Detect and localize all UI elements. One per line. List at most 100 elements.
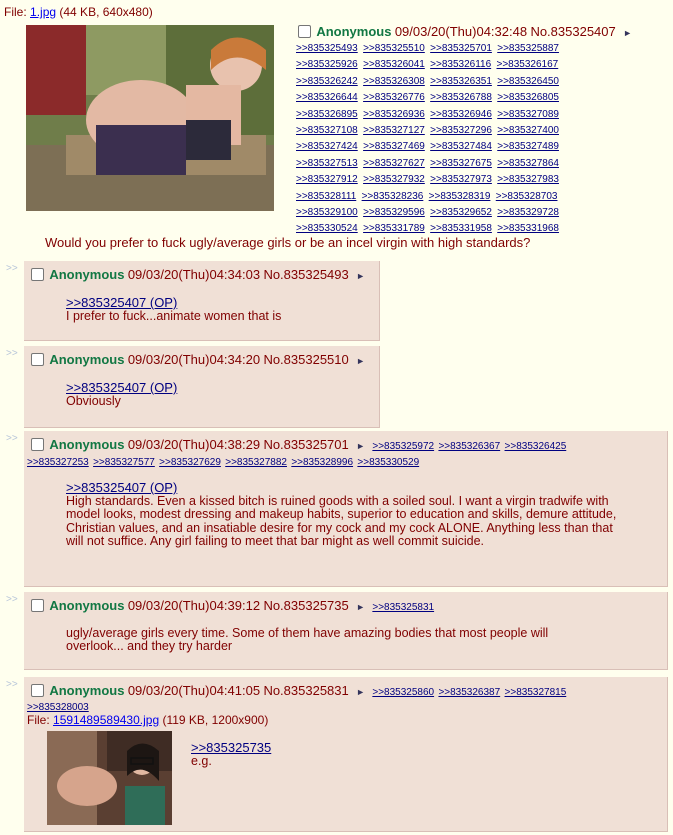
backlink[interactable]: >>835329728 xyxy=(497,207,559,218)
backlink[interactable]: >>835326946 xyxy=(430,109,492,120)
backlink[interactable]: >>835326167 xyxy=(497,59,559,70)
reply-quote-link[interactable]: >>835325407 (OP) xyxy=(66,481,626,494)
backlink[interactable]: >>835326351 xyxy=(430,76,492,87)
backlink[interactable]: >>835327253 xyxy=(27,457,89,468)
backlink[interactable]: >>835327912 xyxy=(296,174,358,185)
backlink[interactable]: >>835326367 xyxy=(438,441,500,452)
backlink[interactable]: >>835326242 xyxy=(296,76,358,87)
reply-select-checkbox[interactable] xyxy=(31,438,44,451)
backlink[interactable]: >>835327089 xyxy=(497,109,559,120)
backlink[interactable]: >>835326805 xyxy=(497,92,559,103)
backlink[interactable]: >>835329596 xyxy=(363,207,425,218)
backlink[interactable]: >>835330529 xyxy=(357,457,419,468)
backlink[interactable]: >>835329652 xyxy=(430,207,492,218)
reply-backlinks: >>835325860 >>835326387 >>835327815 xyxy=(372,684,567,698)
reply-post-number[interactable]: No.835325493 xyxy=(263,267,348,282)
backlink[interactable]: >>835326644 xyxy=(296,92,358,103)
backlink[interactable]: >>835326308 xyxy=(363,76,425,87)
reply-menu-arrow-icon[interactable]: ► xyxy=(356,271,365,281)
reply-quote-link[interactable]: >>835325407 (OP) xyxy=(66,296,281,309)
op-poster-name: Anonymous xyxy=(316,24,392,39)
backlink[interactable]: >>835328319 xyxy=(429,191,491,202)
op-select-checkbox[interactable] xyxy=(298,25,311,38)
backlink[interactable]: >>835325510 xyxy=(363,43,425,54)
backlink[interactable]: >>835326895 xyxy=(296,109,358,120)
backlink[interactable]: >>835327484 xyxy=(430,141,492,152)
backlink[interactable]: >>835325926 xyxy=(296,59,358,70)
backlink[interactable]: >>835327108 xyxy=(296,125,358,136)
reply-header: Anonymous 09/03/20(Thu)04:34:03 No.83532… xyxy=(31,267,369,282)
op-post-number[interactable]: No.835325407 xyxy=(530,24,615,39)
backlink[interactable]: >>835331789 xyxy=(363,223,425,234)
backlink[interactable]: >>835325831 xyxy=(372,602,434,613)
reply-post-number[interactable]: No.835325510 xyxy=(263,352,348,367)
reply-post-number[interactable]: No.835325831 xyxy=(263,683,348,698)
reply-body: >>835325407 (OP) I prefer to fuck...anim… xyxy=(66,296,281,323)
backlink[interactable]: >>835326116 xyxy=(430,59,491,70)
backlink[interactable]: >>835326776 xyxy=(363,92,425,103)
backlink[interactable]: >>835327882 xyxy=(225,457,287,468)
backlink[interactable]: >>835330524 xyxy=(296,223,358,234)
backlink[interactable]: >>835331958 xyxy=(430,223,492,234)
backlink[interactable]: >>835327489 xyxy=(497,141,559,152)
backlink[interactable]: >>835325701 xyxy=(430,43,492,54)
reply-menu-arrow-icon[interactable]: ► xyxy=(356,356,365,366)
backlink[interactable]: >>835326387 xyxy=(438,687,500,698)
backlink[interactable]: >>835327815 xyxy=(505,687,567,698)
reply-post-number[interactable]: No.835325701 xyxy=(263,437,348,452)
op-thumbnail-image[interactable] xyxy=(26,25,274,211)
backlink[interactable]: >>835327629 xyxy=(159,457,221,468)
reply-datetime: 09/03/20(Thu)04:34:20 xyxy=(127,352,261,367)
backlink[interactable]: >>835327127 xyxy=(363,125,425,136)
backlink[interactable]: >>835326936 xyxy=(363,109,425,120)
backlink[interactable]: >>835328236 xyxy=(362,191,424,202)
backlink[interactable]: >>835328003 xyxy=(27,702,89,713)
backlink[interactable]: >>835327400 xyxy=(497,125,559,136)
backlink[interactable]: >>835326788 xyxy=(430,92,492,103)
reply-post-number[interactable]: No.835325735 xyxy=(263,598,348,613)
backlink[interactable]: >>835327577 xyxy=(93,457,155,468)
reply-file-link[interactable]: 1591489589430.jpg xyxy=(53,713,159,727)
reply-select-checkbox[interactable] xyxy=(31,268,44,281)
backlink[interactable]: >>835325972 xyxy=(372,441,434,452)
backlink[interactable]: >>835327973 xyxy=(430,174,492,185)
reply-menu-arrow-icon[interactable]: ► xyxy=(356,602,365,612)
backlink[interactable]: >>835328703 xyxy=(496,191,558,202)
reply-menu-arrow-icon[interactable]: ► xyxy=(356,441,365,451)
backlink[interactable]: >>835326425 xyxy=(505,441,567,452)
reply-quote-link[interactable]: >>835325407 (OP) xyxy=(66,381,177,394)
reply-thumbnail-image[interactable] xyxy=(47,731,172,825)
reply-text: ugly/average girls every time. Some of t… xyxy=(66,626,549,654)
reply-menu-arrow-icon[interactable]: ► xyxy=(356,687,365,697)
backlink[interactable]: >>835328996 xyxy=(291,457,353,468)
backlink[interactable]: >>835327675 xyxy=(430,158,492,169)
op-menu-arrow-icon[interactable]: ► xyxy=(623,28,632,38)
backlink[interactable]: >>835327864 xyxy=(497,158,559,169)
backlink[interactable]: >>835327627 xyxy=(363,158,425,169)
reply-body: >>835325407 (OP) High standards. Even a … xyxy=(66,481,626,548)
backlink[interactable]: >>835327296 xyxy=(430,125,492,136)
reply-select-checkbox[interactable] xyxy=(31,599,44,612)
backlink[interactable]: >>835325493 xyxy=(296,43,358,54)
backlink[interactable]: >>835326041 xyxy=(363,59,425,70)
backlink[interactable]: >>835327932 xyxy=(363,174,425,185)
backlink[interactable]: >>835325860 xyxy=(372,687,434,698)
backlink[interactable]: >>835331968 xyxy=(497,223,559,234)
reply-datetime: 09/03/20(Thu)04:39:12 xyxy=(127,598,261,613)
backlink[interactable]: >>835327513 xyxy=(296,158,358,169)
backlink[interactable]: >>835328111 xyxy=(296,191,356,202)
reply-quote-link[interactable]: >>835325735 xyxy=(191,741,271,754)
backlink[interactable]: >>835327983 xyxy=(497,174,559,185)
backlink[interactable]: >>835329100 xyxy=(296,207,358,218)
backlink[interactable]: >>835325887 xyxy=(497,43,559,54)
reply-post: Anonymous 09/03/20(Thu)04:34:20 No.83532… xyxy=(24,346,380,428)
reply-post: Anonymous 09/03/20(Thu)04:41:05 No.83532… xyxy=(24,677,668,832)
reply-post: Anonymous 09/03/20(Thu)04:34:03 No.83532… xyxy=(24,261,380,341)
backlink[interactable]: >>835327424 xyxy=(296,141,358,152)
reply-select-checkbox[interactable] xyxy=(31,353,44,366)
op-file-link[interactable]: 1.jpg xyxy=(30,5,56,19)
op-datetime: 09/03/20(Thu)04:32:48 xyxy=(394,24,528,39)
reply-select-checkbox[interactable] xyxy=(31,684,44,697)
backlink[interactable]: >>835326450 xyxy=(497,76,559,87)
backlink[interactable]: >>835327469 xyxy=(363,141,425,152)
